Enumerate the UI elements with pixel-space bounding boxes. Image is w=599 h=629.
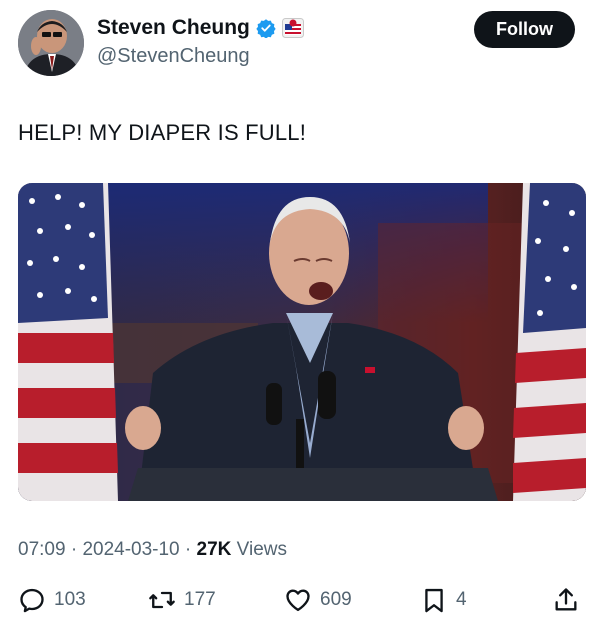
reply-icon xyxy=(20,588,44,613)
tweet-text: HELP! MY DIAPER IS FULL! xyxy=(18,120,307,145)
tweet-media[interactable] xyxy=(18,183,586,501)
like-button[interactable]: 609 xyxy=(284,586,352,614)
repost-count: 177 xyxy=(184,589,216,610)
avatar-image xyxy=(18,10,84,76)
bookmark-count: 4 xyxy=(456,589,467,610)
podium xyxy=(128,468,498,501)
media-image xyxy=(18,183,586,501)
repost-icon xyxy=(149,591,175,609)
flag-badge-icon xyxy=(281,18,304,38)
share-button[interactable] xyxy=(552,586,580,614)
right-flag xyxy=(513,183,586,501)
tweet-time[interactable]: 07:09 xyxy=(18,539,66,560)
like-icon xyxy=(286,589,310,612)
meta-separator: · xyxy=(65,539,83,560)
share-icon xyxy=(555,588,577,611)
like-count: 609 xyxy=(320,589,352,610)
meta-separator: · xyxy=(179,539,197,560)
tweet-meta: 07:09 · 2024-03-10 · 27K Views xyxy=(18,539,287,561)
author-name[interactable]: Steven Cheung xyxy=(97,16,250,40)
bookmark-button[interactable]: 4 xyxy=(420,586,467,614)
follow-button[interactable]: Follow xyxy=(474,11,575,48)
verified-badge-icon xyxy=(256,19,276,38)
views-label: Views xyxy=(231,539,288,560)
left-flag xyxy=(18,183,118,501)
repost-button[interactable]: 177 xyxy=(148,586,216,614)
reply-button[interactable]: 103 xyxy=(18,586,86,614)
author-name-row: Steven Cheung xyxy=(97,16,304,40)
reply-count: 103 xyxy=(54,589,86,610)
tweet-action-bar: 103 177 609 4 xyxy=(0,586,599,620)
author-avatar[interactable] xyxy=(18,10,84,76)
tweet-date[interactable]: 2024-03-10 xyxy=(82,539,179,560)
views-count: 27K xyxy=(196,539,232,560)
bookmark-icon xyxy=(425,588,443,613)
author-handle[interactable]: @StevenCheung xyxy=(97,45,250,68)
